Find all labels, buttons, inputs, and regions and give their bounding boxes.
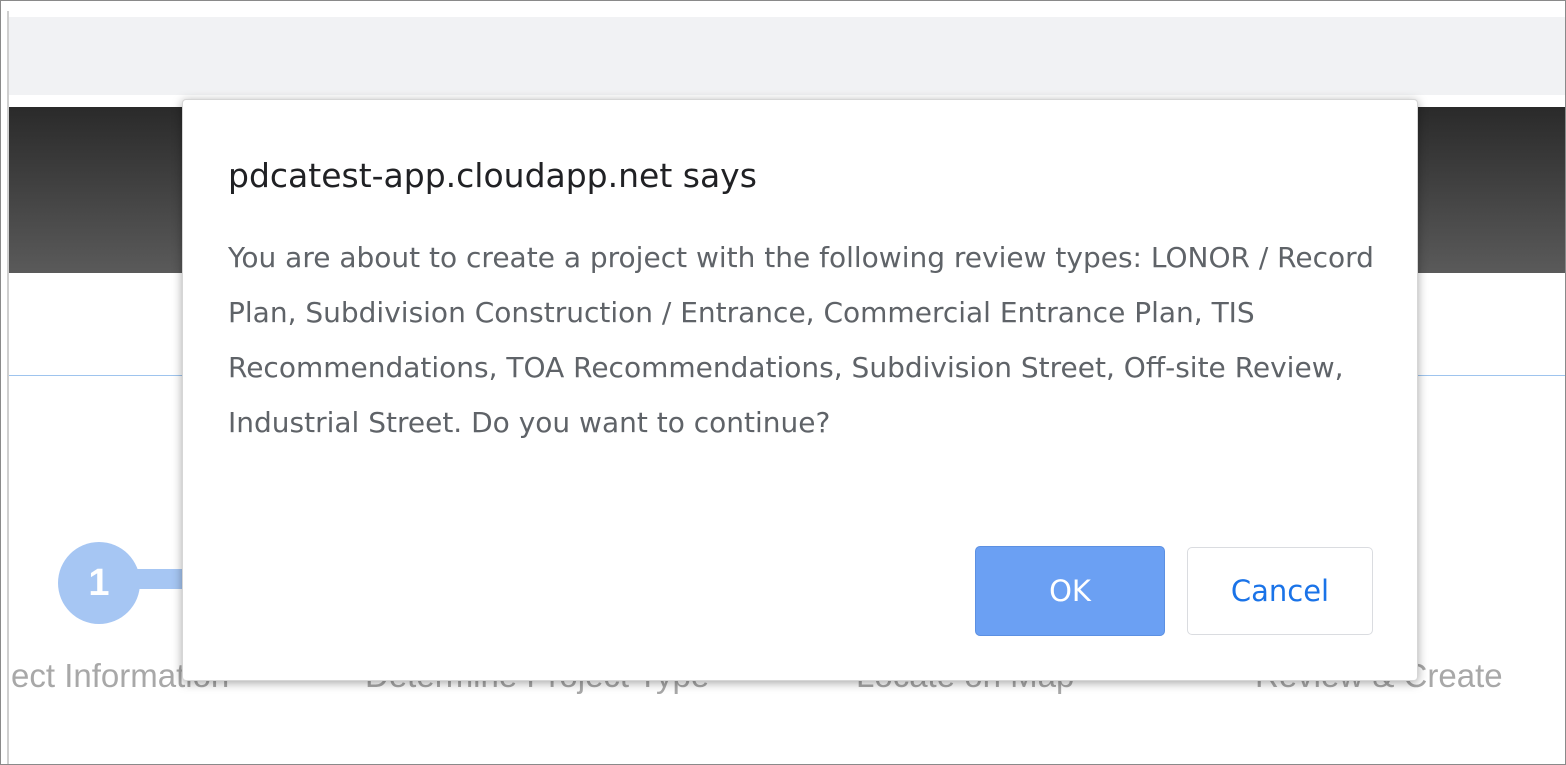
dialog-message: You are about to create a project with t… [228,241,1374,439]
top-toolbar-band [9,17,1565,95]
confirm-dialog: pdcatest-app.cloudapp.net says You are a… [182,99,1418,681]
cancel-button[interactable]: Cancel [1187,547,1373,635]
browser-viewport: 1 ect Information Determine Project Type… [0,0,1566,765]
step-1-number: 1 [88,562,110,604]
ok-button[interactable]: OK [975,546,1165,636]
step-1-indicator[interactable]: 1 [58,542,140,624]
dialog-title: pdcatest-app.cloudapp.net says [228,156,757,195]
